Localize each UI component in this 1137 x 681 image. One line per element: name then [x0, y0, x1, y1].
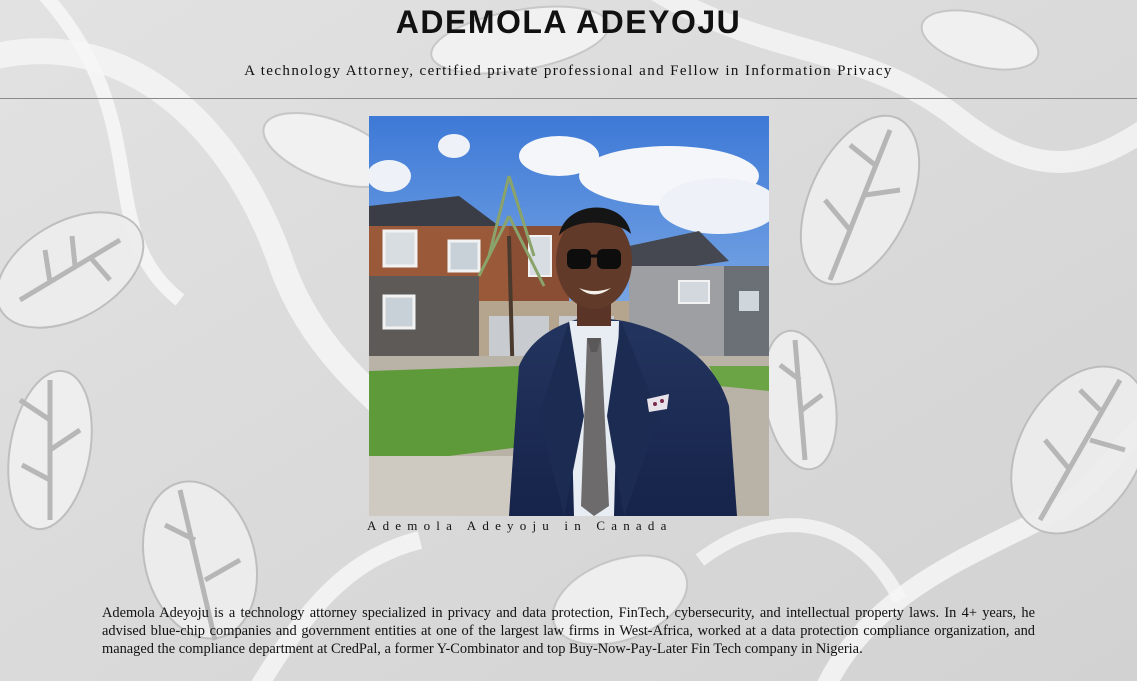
page-content: ADEMOLA ADEYOJU A technology Attorney, c… [0, 0, 1137, 681]
photo-caption: Ademola Adeyoju in Canada [367, 518, 673, 533]
profile-photo [369, 116, 769, 516]
page-header: ADEMOLA ADEYOJU A technology Attorney, c… [0, 0, 1137, 99]
bio-paragraph: Ademola Adeyoju is a technology attorney… [102, 605, 1035, 657]
page-subtitle: A technology Attorney, certified private… [244, 63, 893, 79]
page-title: ADEMOLA ADEYOJU [395, 4, 742, 40]
portrait-photo-image [369, 116, 769, 516]
